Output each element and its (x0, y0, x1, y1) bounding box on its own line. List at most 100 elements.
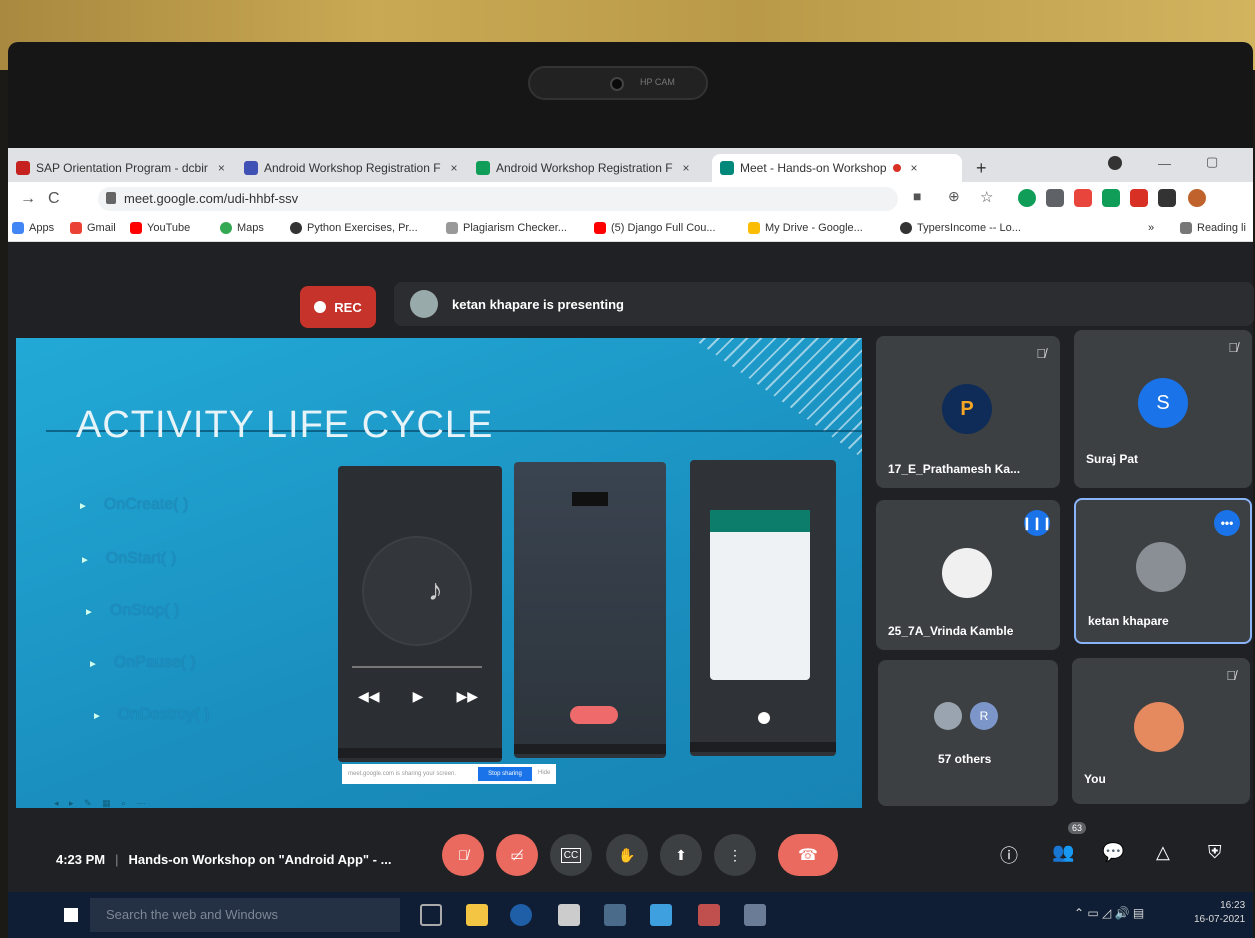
present-button[interactable]: ⬆ (660, 834, 702, 876)
bookmark-python-exercises[interactable]: Python Exercises, Pr... (290, 222, 418, 234)
google-icon (70, 222, 82, 234)
file-explorer-icon[interactable] (466, 904, 488, 926)
present-screen-icon: ⬆ (675, 846, 687, 863)
minimize-icon[interactable]: — (1158, 156, 1171, 171)
avatar (934, 702, 962, 730)
extension-pdf-icon[interactable] (1130, 189, 1148, 207)
phone-hangup-icon: ☎ (798, 847, 818, 864)
captions-button[interactable]: CC (550, 834, 592, 876)
bookmark-django[interactable]: (5) Django Full Cou... (594, 222, 716, 234)
camera-in-use-icon[interactable]: ■ (913, 188, 921, 204)
stop-sharing-button[interactable]: Stop sharing (478, 767, 532, 781)
raise-hand-button[interactable]: ✋ (606, 834, 648, 876)
gmail-favicon-icon (16, 161, 30, 175)
avatar (1136, 542, 1186, 592)
activities-icon[interactable]: △ (1156, 842, 1170, 863)
system-tray[interactable]: ⌃ ▭ ◿ 🔊 ▤ (1074, 906, 1144, 920)
more-options-button[interactable]: ••• (1214, 510, 1240, 536)
mic-off-icon: 🎙̸ (1228, 340, 1238, 355)
close-icon[interactable]: × (451, 161, 458, 175)
profile-avatar[interactable] (1188, 189, 1206, 207)
reading-list-button[interactable]: Reading li (1180, 222, 1246, 234)
extension-icon[interactable] (1046, 189, 1064, 207)
new-tab-button[interactable]: + (968, 154, 995, 182)
forms-favicon-icon (244, 161, 258, 175)
app-icon[interactable] (744, 904, 766, 926)
extension-grammarly-icon[interactable] (1018, 189, 1036, 207)
people-icon[interactable]: 👥 (1052, 842, 1074, 863)
extensions-puzzle-icon[interactable] (1158, 189, 1176, 207)
star-icon[interactable]: ☆ (980, 188, 993, 206)
more-vertical-icon: ⋮ (728, 846, 742, 863)
apps-grid-icon (12, 222, 24, 234)
more-options-button[interactable]: ⋮ (714, 834, 756, 876)
tab-meet[interactable]: Meet - Hands-on Workshop × (712, 154, 962, 182)
task-view-icon[interactable] (420, 904, 442, 926)
decorative-stripes (692, 338, 862, 458)
close-icon[interactable]: × (683, 161, 690, 175)
globe-icon (290, 222, 302, 234)
slide-toolbar[interactable]: ◂ ▸ ✎ ▦ ⌕ ⋯ (54, 798, 150, 809)
tab-android-registration-1[interactable]: Android Workshop Registration F × (236, 154, 466, 182)
bookmark-typersincome[interactable]: TypersIncome -- Lo... (900, 222, 1021, 234)
chat-icon[interactable]: 💬 (1102, 842, 1124, 863)
mic-toggle-button[interactable]: 🎙̸ (442, 834, 484, 876)
leave-call-button[interactable]: ☎ (778, 834, 838, 876)
store-icon[interactable] (650, 904, 672, 926)
chrome-icon[interactable] (510, 904, 532, 926)
lock-icon (106, 192, 116, 204)
forward-icon[interactable]: → (20, 190, 36, 208)
arrow-bullet-icon: ► (84, 607, 94, 618)
address-bar[interactable]: meet.google.com/udi-hhbf-ssv (98, 187, 898, 211)
close-icon[interactable]: × (218, 161, 225, 175)
taskbar-clock[interactable]: 16:23 16-07-2021 (1194, 899, 1245, 927)
info-icon[interactable]: ⓘ (1000, 842, 1018, 868)
slide-bullet: ► OnStop( ) (84, 602, 180, 619)
slide-bullet: ► OnCreate( ) (78, 496, 189, 513)
bookmark-gmail[interactable]: Gmail (70, 222, 116, 234)
host-controls-icon[interactable]: ⛨ (1208, 842, 1222, 863)
camera-toggle-button[interactable]: ▭̸ (496, 834, 538, 876)
tab-android-registration-2[interactable]: Android Workshop Registration F × (468, 154, 708, 182)
avatar (942, 548, 992, 598)
extension-tomato-icon[interactable] (1074, 189, 1092, 207)
participant-tile-presenter[interactable]: ••• ketan khapare (1074, 498, 1252, 644)
slide-bullet: ► OnDestroy( ) (92, 706, 210, 723)
more-bookmarks-button[interactable]: » (1148, 222, 1154, 234)
presenting-banner: ketan khapare is presenting (394, 282, 1254, 326)
calculator-icon[interactable] (558, 904, 580, 926)
slide-title: ACTIVITY LIFE CYCLE (76, 404, 494, 446)
app-icon[interactable] (604, 904, 626, 926)
speaking-indicator-icon: ❙❙❙ (1022, 510, 1052, 536)
extension-check-icon[interactable] (1102, 189, 1120, 207)
profile-icon[interactable] (1108, 156, 1122, 170)
zoom-icon[interactable]: ⊕ (948, 188, 960, 205)
recording-indicator[interactable]: REC (300, 286, 376, 328)
windows-start-icon[interactable] (64, 908, 78, 922)
tab-sap-orientation[interactable]: SAP Orientation Program - dcbir × (8, 154, 234, 182)
bookmark-youtube[interactable]: YouTube (130, 222, 190, 234)
bookmark-apps[interactable]: Apps (12, 222, 54, 234)
participant-tile[interactable]: 🎙̸ S Suraj Pat (1074, 330, 1252, 488)
powerpoint-icon[interactable] (698, 904, 720, 926)
slide-bullet: ► OnStart( ) (80, 550, 177, 567)
screen-share-prompt: meet.google.com is sharing your screen. … (342, 764, 556, 784)
captions-icon: CC (560, 847, 582, 863)
mic-off-icon: 🎙̸ (457, 847, 469, 863)
bookmark-plagiarism-checker[interactable]: Plagiarism Checker... (446, 222, 567, 234)
recording-dot-icon (892, 164, 901, 172)
recent-app-card (710, 510, 810, 680)
participant-tile[interactable]: ❙❙❙ 25_7A_Vrinda Kamble (876, 500, 1060, 650)
close-icon[interactable]: × (911, 161, 918, 175)
avatar: P (942, 384, 992, 434)
taskbar-search[interactable]: Search the web and Windows (90, 898, 400, 932)
bookmark-maps[interactable]: Maps (220, 222, 264, 234)
bookmark-my-drive[interactable]: My Drive - Google... (748, 222, 863, 234)
participant-tile-self[interactable]: 🎙̸ You (1072, 658, 1250, 804)
player-controls: ◀◀ ▶ ▶▶ (358, 688, 478, 704)
participant-tile[interactable]: 🎙̸ P 17_E_Prathamesh Ka... (876, 336, 1060, 488)
participant-tile-others[interactable]: R 57 others (878, 660, 1058, 806)
maximize-icon[interactable]: ▢ (1206, 154, 1218, 170)
reload-icon[interactable]: C (48, 190, 60, 208)
hide-button[interactable]: Hide (538, 770, 550, 776)
